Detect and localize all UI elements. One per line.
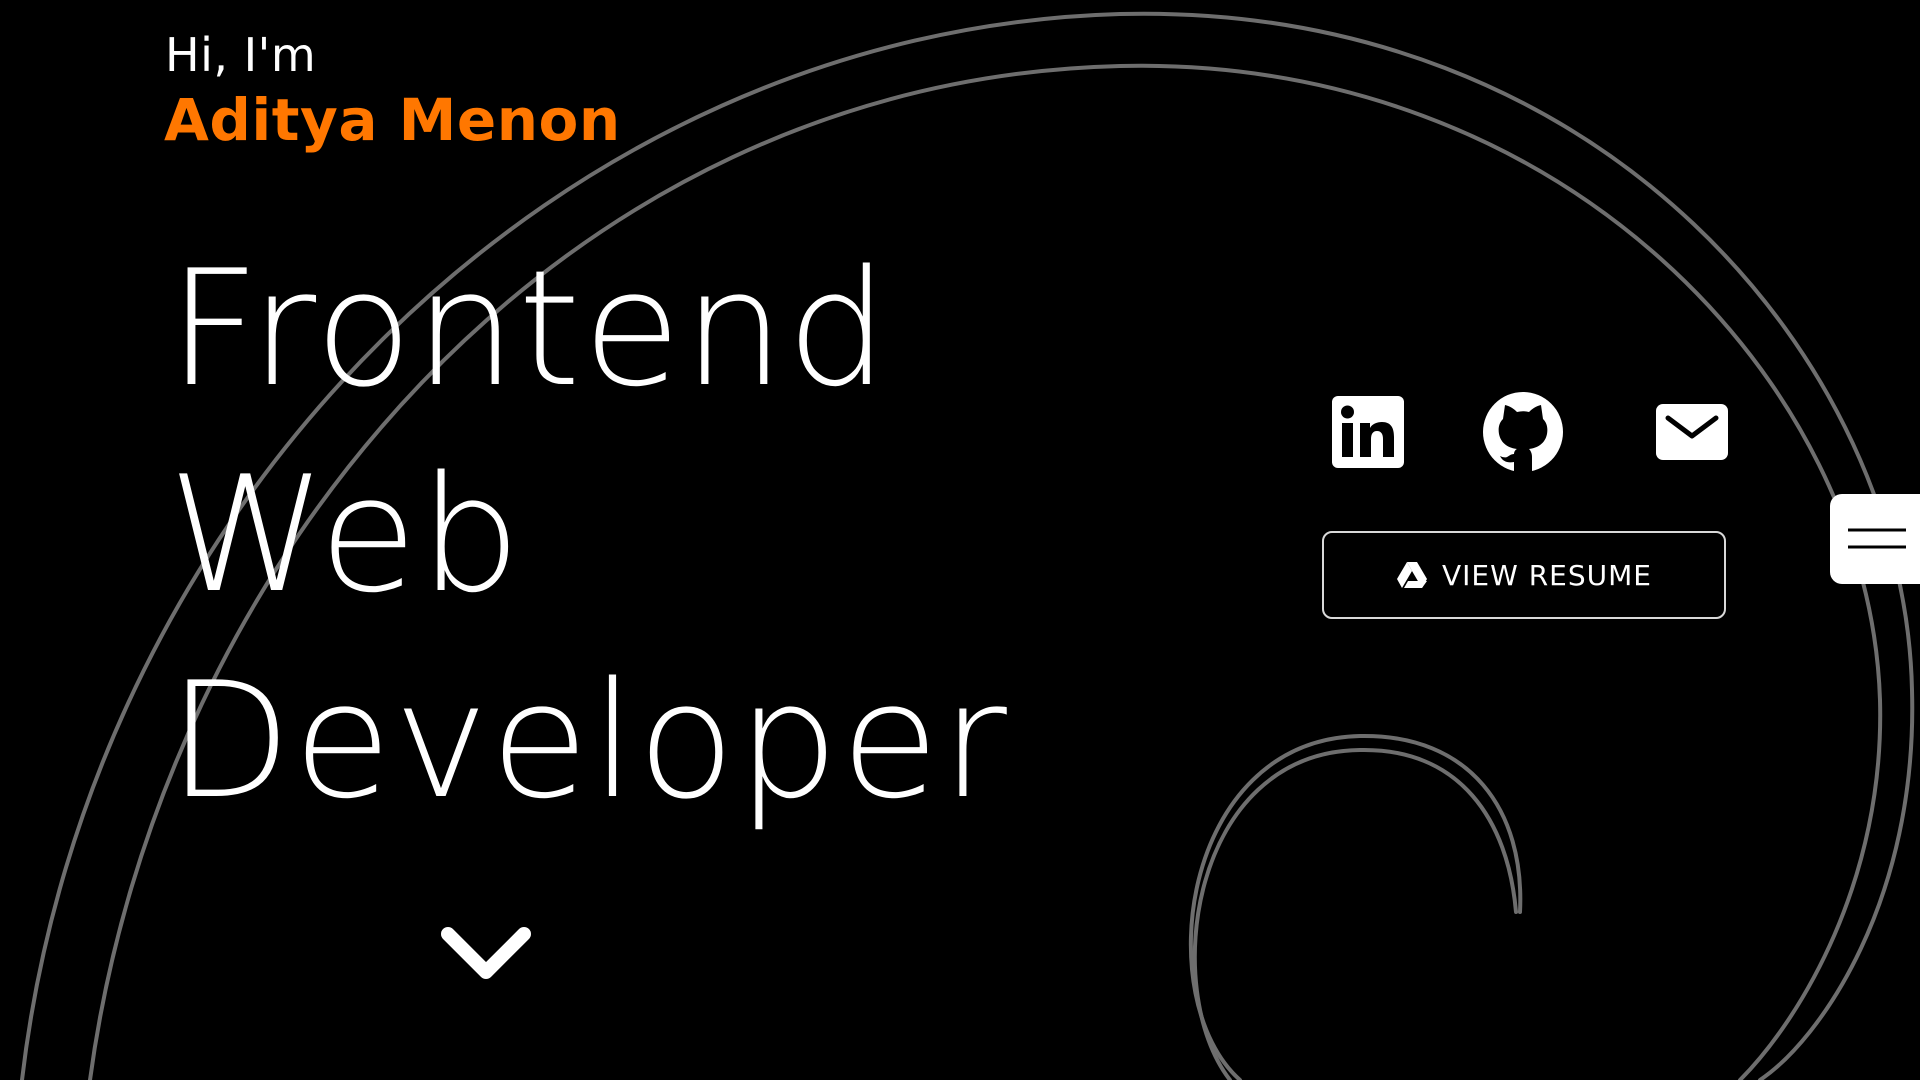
- linkedin-icon: [1332, 396, 1404, 468]
- hero-headline: Frontend Web Developer: [168, 226, 1009, 844]
- github-link[interactable]: [1475, 384, 1571, 480]
- view-resume-button[interactable]: VIEW RESUME: [1322, 531, 1726, 619]
- chevron-down-icon: [441, 927, 531, 979]
- linkedin-link[interactable]: [1320, 384, 1416, 480]
- google-drive-icon: [1397, 562, 1428, 588]
- headline-line-1: Frontend: [168, 235, 891, 422]
- hero-greeting: Hi, I'm: [165, 28, 317, 82]
- social-links: [1320, 384, 1730, 480]
- headline-line-2: Web: [168, 441, 523, 628]
- menu-button[interactable]: [1830, 494, 1920, 584]
- headline-line-3: Developer: [168, 647, 1009, 834]
- scroll-down-button[interactable]: [438, 922, 534, 986]
- hero-name: Aditya Menon: [164, 86, 621, 154]
- mail-icon: [1656, 404, 1728, 460]
- hamburger-menu-icon: [1848, 528, 1906, 549]
- view-resume-label: VIEW RESUME: [1442, 558, 1652, 592]
- github-icon: [1483, 392, 1563, 473]
- email-link[interactable]: [1644, 384, 1740, 480]
